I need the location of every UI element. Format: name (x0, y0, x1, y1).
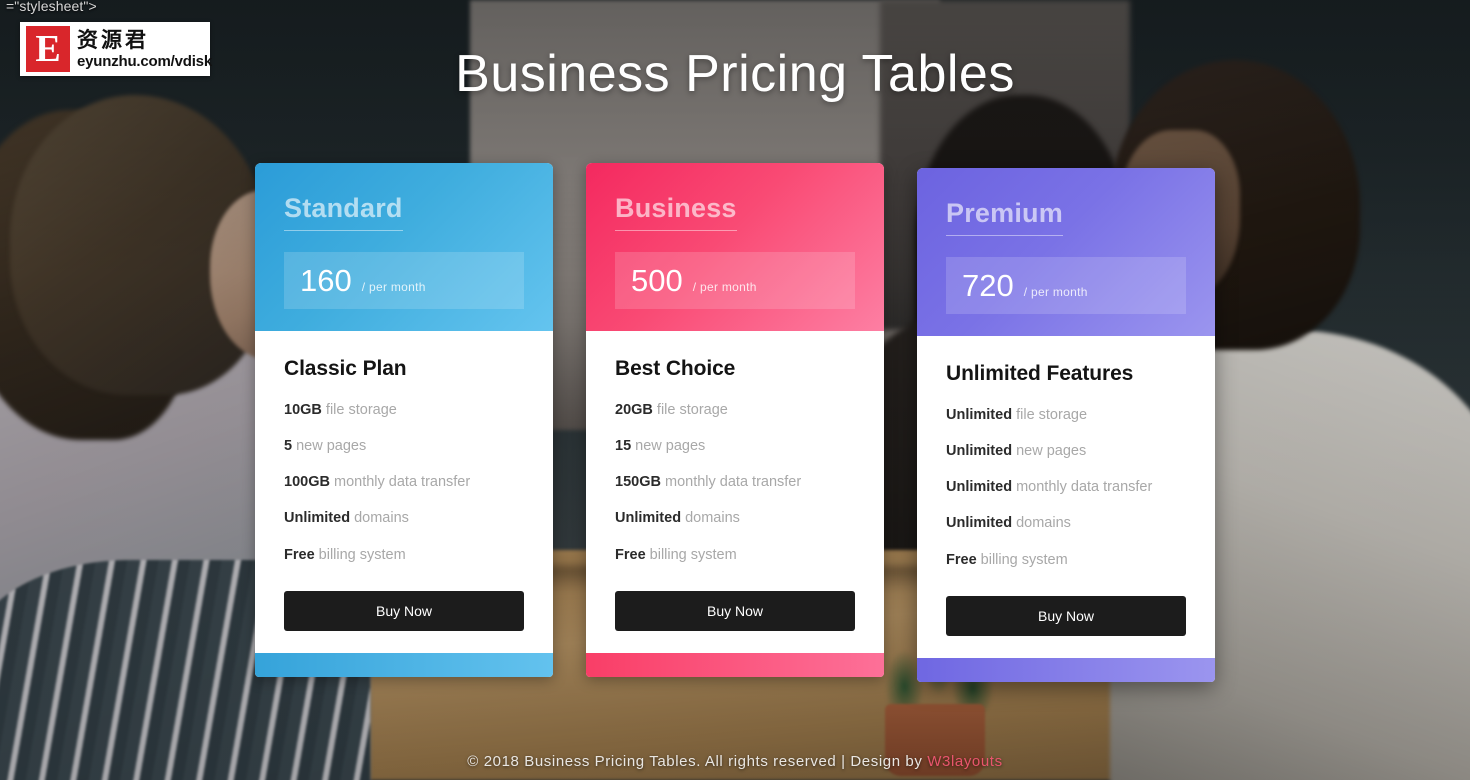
feature-label: new pages (296, 438, 367, 455)
feature-label: monthly data transfer (664, 474, 802, 491)
feature-list: Unlimited file storage Unlimited new pag… (946, 406, 1186, 570)
feature-label: domains (354, 510, 409, 527)
pricing-card-footer-bar (255, 652, 553, 677)
feature-label: file storage (325, 402, 397, 418)
pricing-card-body: Classic Plan 10GB file storage 5 new pag… (255, 331, 553, 653)
feature-item: 15 new pages (615, 437, 855, 456)
pricing-card-premium[interactable]: Premium 720 / per month Unlimited Featur… (917, 168, 1215, 682)
feature-value: 100GB (284, 474, 330, 491)
feature-value: Free (284, 546, 315, 563)
feature-label: domains (685, 510, 740, 527)
feature-item: Unlimited monthly data transfer (946, 478, 1186, 497)
footer-copyright-text: © 2018 Business Pricing Tables. All righ… (467, 753, 928, 770)
price-period: / per month (692, 280, 757, 294)
feature-value: 10GB (284, 402, 322, 418)
feature-list: 20GB file storage 15 new pages 150GB mon… (615, 401, 855, 565)
price-amount: 160 (300, 263, 352, 298)
feature-item: 10GB file storage (284, 401, 524, 420)
price-period: / per month (1023, 285, 1088, 299)
price-box: 160 / per month (284, 252, 524, 309)
buy-now-button[interactable]: Buy Now (946, 595, 1186, 636)
feature-label: monthly data transfer (333, 474, 471, 491)
price-amount: 720 (962, 268, 1014, 303)
feature-item: Unlimited new pages (946, 442, 1186, 461)
feature-value: 15 (615, 438, 632, 455)
price-amount: 500 (631, 263, 683, 298)
feature-item: 100GB monthly data transfer (284, 473, 524, 492)
plan-name: Standard (284, 193, 403, 231)
price-box: 720 / per month (946, 257, 1186, 314)
feature-label: new pages (635, 438, 706, 455)
feature-label: new pages (1016, 443, 1087, 460)
pricing-card-footer-bar (917, 657, 1215, 682)
pricing-card-header: Business 500 / per month (586, 163, 884, 331)
feature-value: Unlimited (946, 407, 1013, 423)
pricing-card-standard[interactable]: Standard 160 / per month Classic Plan 10… (255, 163, 553, 677)
feature-value: 150GB (615, 474, 661, 491)
buy-now-button[interactable]: Buy Now (284, 590, 524, 631)
pricing-card-business[interactable]: Business 500 / per month Best Choice 20G… (586, 163, 884, 677)
feature-label: file storage (656, 402, 728, 418)
feature-value: Unlimited (946, 515, 1013, 532)
feature-item: 5 new pages (284, 437, 524, 456)
price-box: 500 / per month (615, 252, 855, 309)
feature-item: Unlimited domains (615, 509, 855, 528)
pricing-card-body: Unlimited Features Unlimited file storag… (917, 336, 1215, 658)
pricing-card-header: Premium 720 / per month (917, 168, 1215, 336)
feature-value: Free (946, 551, 977, 568)
feature-label: billing system (980, 551, 1068, 568)
feature-item: Free billing system (284, 546, 524, 565)
plan-name: Business (615, 193, 737, 231)
feature-value: Unlimited (615, 510, 682, 527)
page-title: Business Pricing Tables (455, 45, 1015, 103)
pricing-card-header: Standard 160 / per month (255, 163, 553, 331)
feature-item: Free billing system (615, 546, 855, 565)
feature-value: Unlimited (284, 510, 351, 527)
plan-name: Premium (946, 198, 1063, 236)
feature-value: 5 (284, 438, 293, 455)
feature-label: file storage (1016, 407, 1088, 423)
feature-item: Unlimited domains (284, 509, 524, 528)
price-period: / per month (361, 280, 426, 294)
feature-label: billing system (318, 546, 406, 563)
buy-now-button[interactable]: Buy Now (615, 590, 855, 631)
plan-headline: Classic Plan (284, 357, 407, 380)
feature-label: monthly data transfer (1016, 479, 1153, 496)
feature-item: 20GB file storage (615, 401, 855, 420)
feature-value: Free (615, 546, 646, 563)
plan-headline: Unlimited Features (946, 362, 1134, 385)
feature-item: Unlimited domains (946, 514, 1186, 533)
feature-item: Unlimited file storage (946, 406, 1186, 425)
feature-label: billing system (649, 546, 737, 563)
feature-item: Free billing system (946, 551, 1186, 570)
feature-value: 20GB (615, 402, 653, 418)
source-code-fragment: ="stylesheet"> (6, 0, 97, 14)
plan-headline: Best Choice (615, 357, 736, 380)
pricing-card-footer-bar (586, 652, 884, 677)
feature-value: Unlimited (946, 479, 1013, 496)
feature-value: Unlimited (946, 443, 1013, 460)
pricing-card-body: Best Choice 20GB file storage 15 new pag… (586, 331, 884, 653)
feature-item: 150GB monthly data transfer (615, 473, 855, 492)
footer-design-credit-link[interactable]: W3layouts (927, 753, 1002, 770)
feature-list: 10GB file storage 5 new pages 100GB mont… (284, 401, 524, 565)
site-footer: © 2018 Business Pricing Tables. All righ… (0, 753, 1470, 770)
page-root: ="stylesheet"> E 资源君 eyunzhu.com/vdisk B… (0, 0, 1470, 780)
feature-label: domains (1016, 515, 1071, 532)
pricing-cards-row: Standard 160 / per month Classic Plan 10… (0, 163, 1470, 682)
